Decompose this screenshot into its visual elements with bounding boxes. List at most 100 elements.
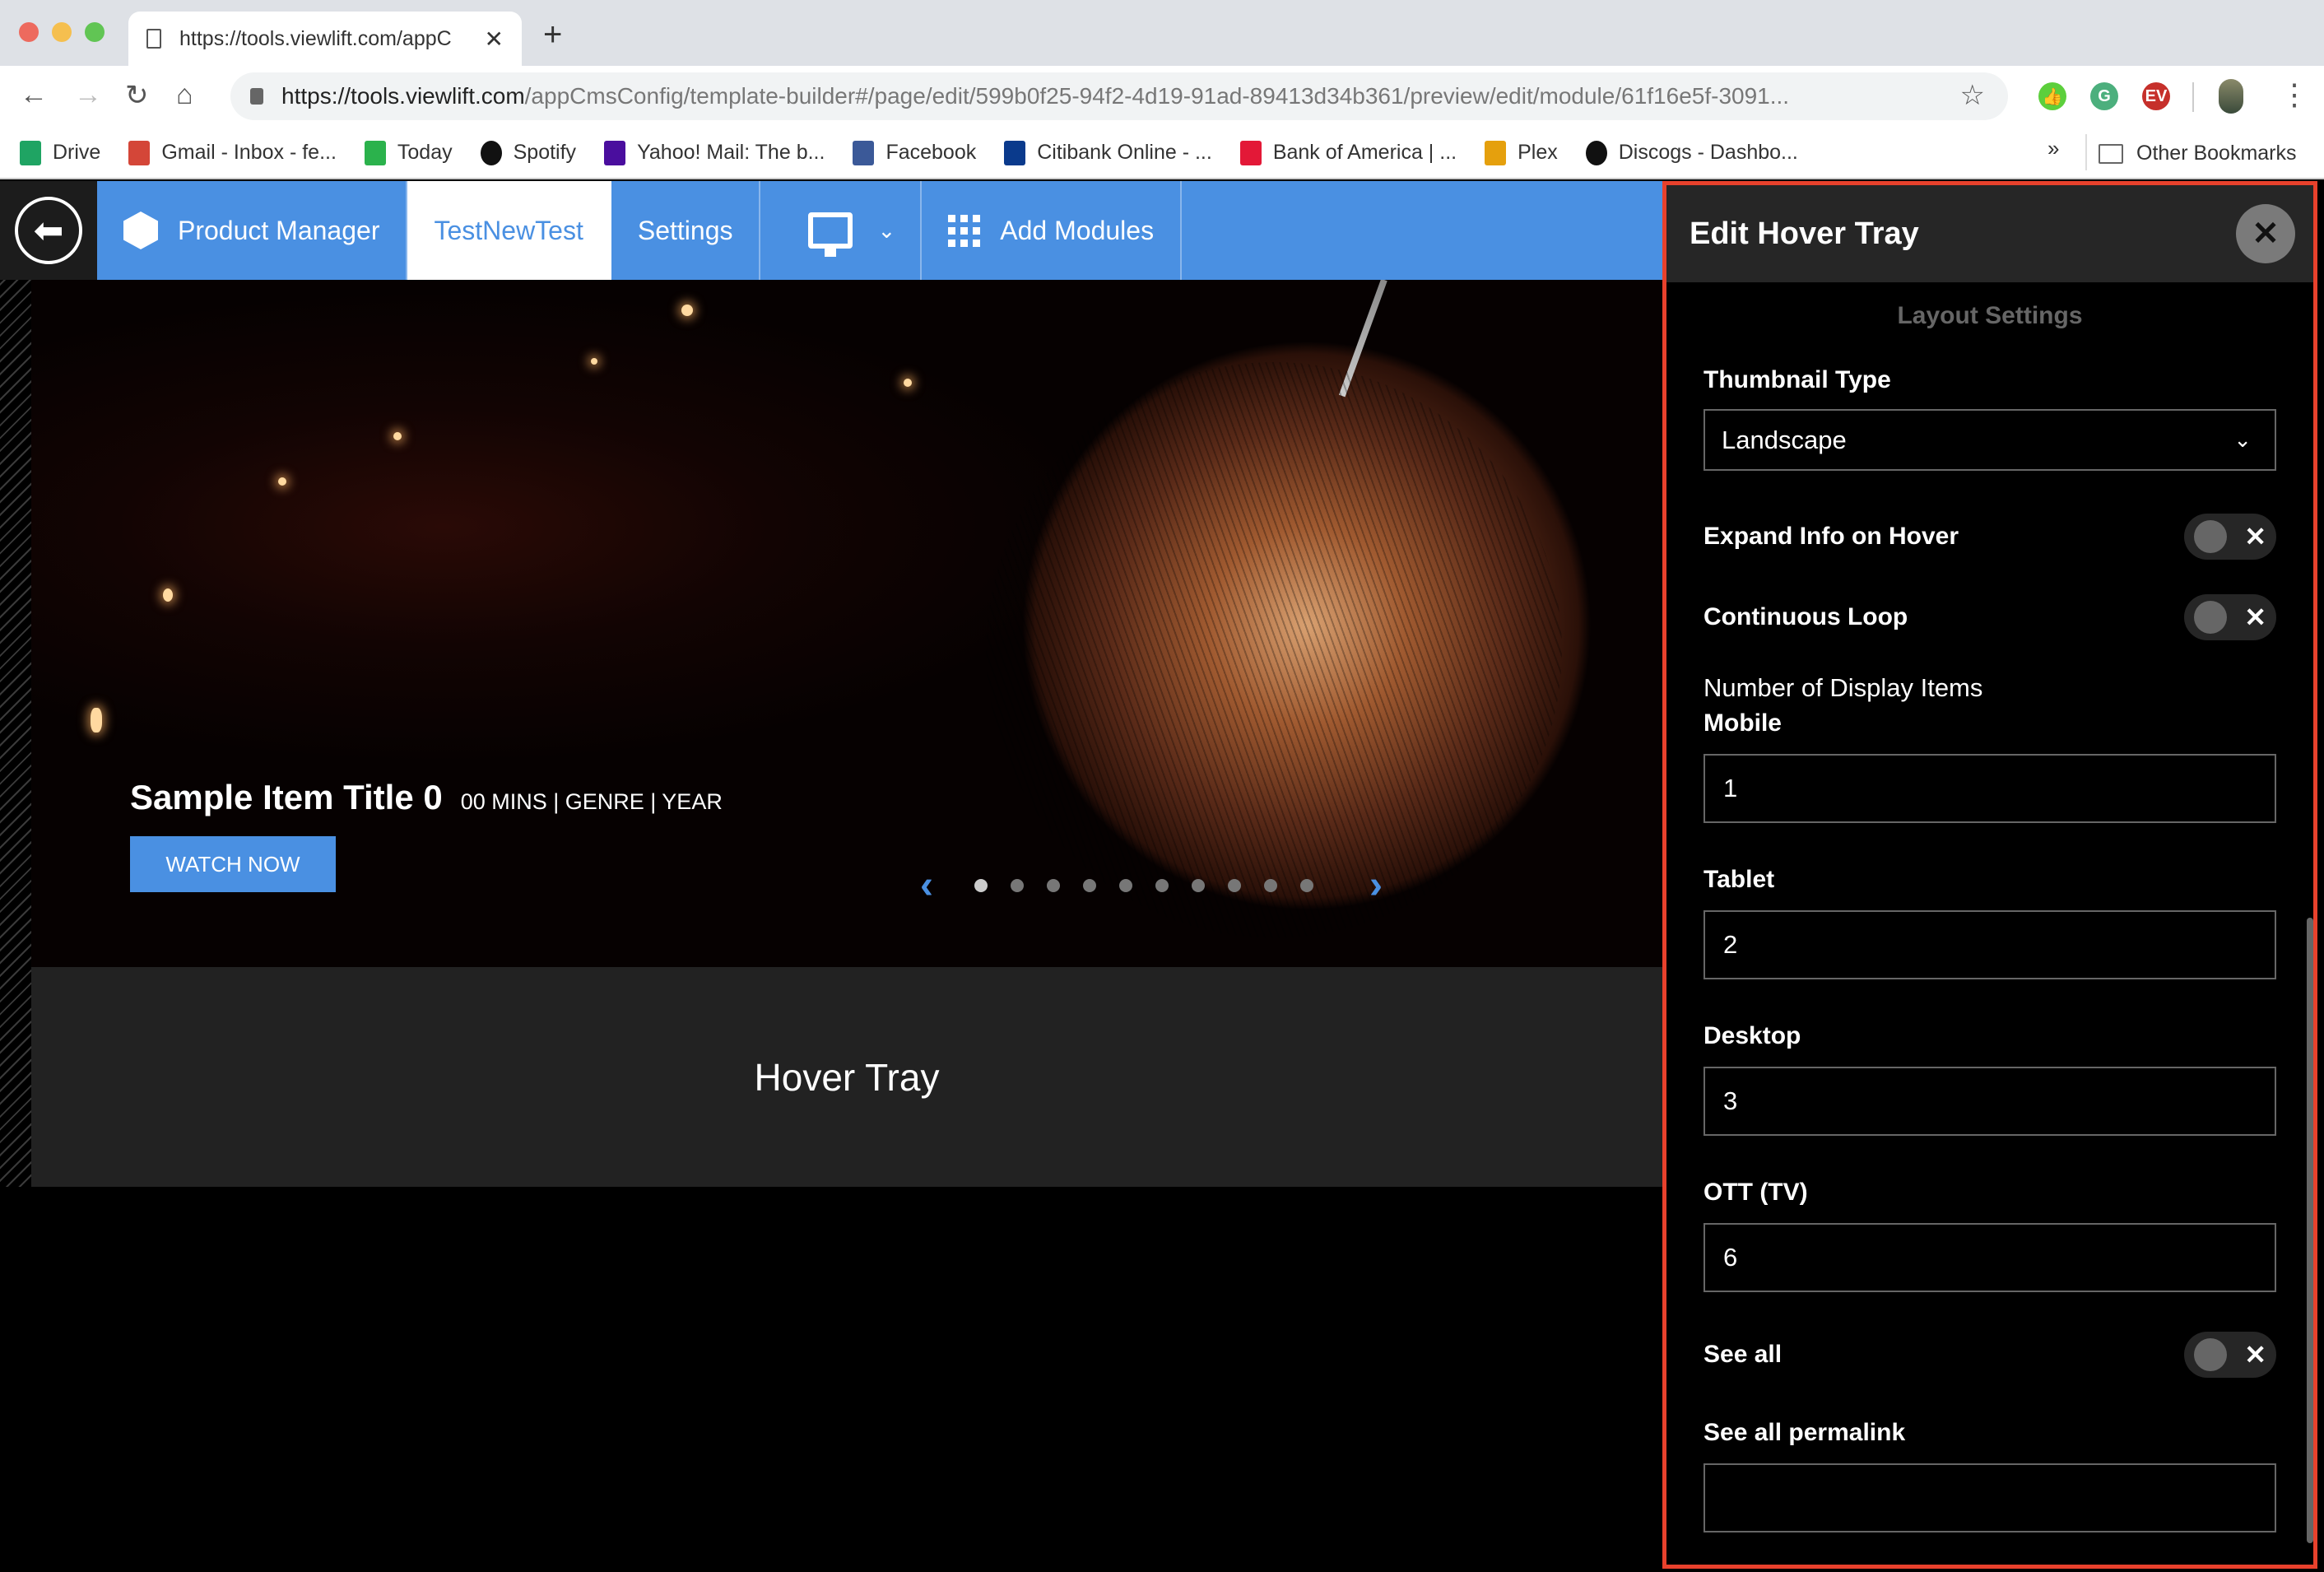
device-selector[interactable]: ⌄	[760, 181, 923, 280]
watch-now-button[interactable]: WATCH NOW	[130, 836, 336, 892]
bookmark-item[interactable]: Facebook	[853, 140, 977, 165]
toolbar-divider	[2192, 82, 2194, 112]
grammarly-extension-icon[interactable]: G	[2090, 82, 2118, 110]
carousel-dot[interactable]	[1046, 879, 1060, 892]
expand-info-label: Expand Info on Hover	[1703, 523, 1959, 550]
carousel-dot[interactable]	[1010, 879, 1024, 892]
bookmark-item[interactable]: Citibank Online - ...	[1004, 140, 1212, 165]
thumbs-up-extension-icon[interactable]: 👍	[2038, 82, 2066, 110]
close-panel-button[interactable]: ✕	[2236, 204, 2295, 263]
home-icon[interactable]: ⌂	[176, 79, 193, 111]
carousel-controls: ‹ ›	[920, 866, 1383, 905]
continuous-loop-toggle[interactable]: ✕	[2184, 594, 2276, 640]
folder-icon	[2099, 143, 2123, 164]
tab-close-icon[interactable]: ✕	[485, 26, 504, 53]
hover-tray-module[interactable]: Hover Tray	[31, 967, 1662, 1187]
mobile-label: Mobile	[1703, 709, 1782, 737]
carousel-dot[interactable]	[974, 879, 988, 892]
nav-settings[interactable]: Settings	[611, 181, 761, 280]
carousel-dot[interactable]	[1155, 879, 1169, 892]
new-tab-button[interactable]: +	[543, 16, 562, 53]
address-bar[interactable]: https://tools.viewlift.com/appCmsConfig/…	[230, 72, 2008, 120]
discogs-icon	[1585, 140, 1607, 165]
bookmark-item[interactable]: Drive	[20, 140, 100, 165]
bookmark-item[interactable]: Today	[364, 140, 453, 165]
bookmark-item[interactable]: Bank of America | ...	[1239, 140, 1457, 165]
display-items-heading: Number of Display Items	[1703, 673, 1983, 702]
more-bookmarks-button[interactable]: »	[2047, 136, 2059, 161]
nav-testnewtest[interactable]: TestNewTest	[407, 181, 611, 280]
browser-tab-bar: https://tools.viewlift.com/appC ✕ +	[0, 0, 2324, 66]
nav-product-manager[interactable]: Product Manager	[97, 181, 408, 280]
menu-kebab-icon[interactable]: ⋮	[2280, 77, 2309, 112]
bookmark-item[interactable]: Plex	[1485, 140, 1558, 165]
evernote-extension-icon[interactable]: EV	[2142, 82, 2170, 110]
toggle-knob	[2194, 520, 2227, 553]
forward-icon[interactable]: →	[74, 79, 102, 111]
panel-scrollbar[interactable]	[2307, 918, 2313, 1543]
bookmark-item[interactable]: Discogs - Dashbo...	[1585, 140, 1798, 165]
background-light	[904, 379, 912, 387]
bookmark-label: Facebook	[885, 141, 977, 164]
mobile-input[interactable]: 1	[1703, 754, 2276, 823]
bookmark-star-icon[interactable]: ☆	[1960, 79, 1985, 112]
prev-arrow-icon[interactable]: ‹	[920, 866, 933, 905]
expand-info-toggle[interactable]: ✕	[2184, 514, 2276, 560]
hero-meta: 00 MINS | GENRE | YEAR	[460, 789, 723, 814]
url-host: https://tools.viewlift.com	[281, 83, 525, 109]
page-icon	[146, 29, 161, 49]
browser-tab[interactable]: https://tools.viewlift.com/appC ✕	[128, 12, 522, 66]
hover-tray-label: Hover Tray	[754, 1055, 940, 1099]
nav-label: Product Manager	[178, 215, 380, 245]
carousel-dot[interactable]	[1227, 879, 1241, 892]
bookmark-item[interactable]: Yahoo! Mail: The b...	[604, 140, 825, 165]
bookmark-label: Gmail - Inbox - fe...	[161, 141, 337, 164]
tablet-input[interactable]: 2	[1703, 910, 2276, 979]
url-path: /appCmsConfig/template-builder#/page/edi…	[524, 83, 1790, 109]
carousel-dot[interactable]	[1082, 879, 1096, 892]
nav-label: TestNewTest	[434, 215, 583, 245]
see-all-label: See all	[1703, 1341, 1783, 1368]
ott-input[interactable]: 6	[1703, 1223, 2276, 1292]
yahoo-icon	[604, 140, 626, 165]
back-button[interactable]: ⬅	[15, 197, 82, 264]
profile-avatar[interactable]	[2219, 79, 2243, 114]
desktop-input[interactable]: 3	[1703, 1067, 2276, 1136]
back-icon[interactable]: ←	[20, 79, 48, 111]
window-close-button[interactable]	[19, 22, 39, 42]
hero-title: Sample Item Title 0	[130, 778, 443, 816]
bookmark-item[interactable]: Gmail - Inbox - fe...	[128, 140, 337, 165]
back-button-wrap: ⬅	[0, 181, 97, 280]
drive-icon	[20, 140, 41, 165]
other-bookmarks-label: Other Bookmarks	[2136, 142, 2297, 165]
next-arrow-icon[interactable]: ›	[1369, 866, 1383, 905]
bookmark-item[interactable]: Spotify	[480, 140, 577, 165]
url-text[interactable]: https://tools.viewlift.com/appCmsConfig/…	[281, 83, 2008, 109]
carousel-dot[interactable]	[1299, 879, 1313, 892]
thumbnail-type-label: Thumbnail Type	[1703, 366, 1891, 393]
reload-icon[interactable]: ↻	[125, 79, 149, 112]
thumbnail-type-select[interactable]: Landscape ⌄	[1703, 409, 2276, 471]
toggle-off-icon: ✕	[2244, 1340, 2266, 1370]
window-minimize-button[interactable]	[52, 22, 72, 42]
background-light	[393, 432, 402, 440]
carousel-dot[interactable]	[1263, 879, 1277, 892]
carousel-dot[interactable]	[1191, 879, 1205, 892]
tab-title: https://tools.viewlift.com/appC	[179, 26, 452, 50]
carousel-dot[interactable]	[1118, 879, 1132, 892]
bookmark-label: Spotify	[513, 141, 577, 164]
window-maximize-button[interactable]	[85, 22, 105, 42]
bookmark-label: Bank of America | ...	[1272, 141, 1457, 164]
other-bookmarks-button[interactable]: Other Bookmarks	[2099, 128, 2297, 179]
expand-info-row: Expand Info on Hover ✕	[1703, 512, 2276, 561]
see-all-toggle[interactable]: ✕	[2184, 1332, 2276, 1378]
background-light	[91, 708, 102, 733]
see-all-permalink-input[interactable]	[1703, 1463, 2276, 1532]
bookmark-label: Citibank Online - ...	[1037, 141, 1212, 164]
background-light	[278, 477, 286, 486]
address-row: ← → ↻ ⌂ https://tools.viewlift.com/appCm…	[0, 66, 2324, 128]
nav-add-modules[interactable]: Add Modules	[922, 181, 1183, 280]
hero-carousel: Sample Item Title 0 00 MINS | GENRE | YE…	[31, 280, 1662, 967]
see-all-row: See all ✕	[1703, 1330, 2276, 1379]
panel-body: Layout Settings Thumbnail Type Landscape…	[1666, 302, 2313, 1532]
